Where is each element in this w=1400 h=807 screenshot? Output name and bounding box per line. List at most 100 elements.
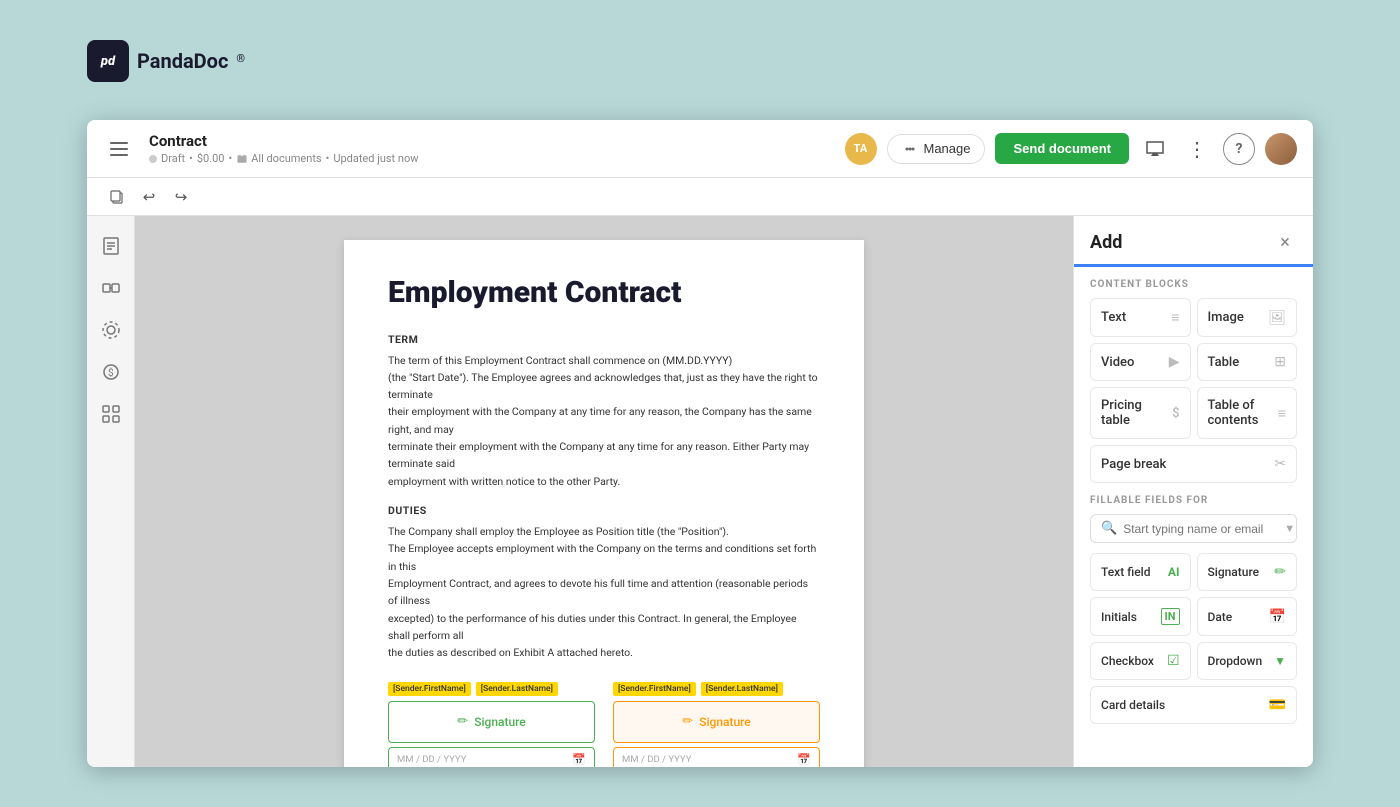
sig2-names: [Sender.FirstName] [Sender.LastName]: [613, 682, 820, 696]
field-date[interactable]: Date 📅: [1197, 597, 1298, 636]
folder-icon: [236, 153, 248, 165]
block-video-label: Video: [1101, 355, 1134, 370]
fields-icon: [100, 277, 122, 299]
table-block-icon: ⊞: [1274, 354, 1286, 370]
user-avatar[interactable]: [1265, 133, 1297, 165]
doc-title: Contract: [149, 132, 845, 150]
block-image[interactable]: Image 🖼: [1197, 298, 1298, 337]
sidebar-apps-icon[interactable]: [93, 396, 129, 432]
menu-line-2: [110, 148, 128, 150]
more-options-button[interactable]: ⋮: [1181, 133, 1213, 165]
block-image-label: Image: [1208, 310, 1244, 325]
text-block-icon: ≡: [1171, 309, 1179, 326]
search-box: 🔍 ▼: [1090, 514, 1297, 543]
doc-heading: Employment Contract: [388, 276, 820, 311]
right-panel: Add × CONTENT BLOCKS Text ≡ Image 🖼: [1073, 216, 1313, 767]
search-icon: 🔍: [1101, 521, 1117, 536]
field-dropdown[interactable]: Dropdown ▼: [1197, 642, 1298, 680]
sig2-date-box[interactable]: MM / DD / YYYY 📅: [613, 747, 820, 768]
manage-button[interactable]: Manage: [887, 134, 986, 164]
sig2-box[interactable]: ✏ Signature: [613, 701, 820, 743]
sig2-label: Signature: [699, 715, 751, 729]
field-text-field[interactable]: Text field AI: [1090, 553, 1191, 591]
sig1-date-box[interactable]: MM / DD / YYYY 📅: [388, 747, 595, 768]
field-dropdown-label: Dropdown: [1208, 654, 1263, 668]
block-toc[interactable]: Table of contents ≡: [1197, 387, 1298, 439]
search-dropdown-icon: ▼: [1284, 522, 1295, 535]
copy-button[interactable]: [103, 183, 131, 211]
block-toc-label: Table of contents: [1208, 398, 1278, 428]
document-page: Employment Contract TERM The term of thi…: [344, 240, 864, 767]
pages-icon: [100, 235, 122, 257]
page-break-icon: ✂: [1274, 456, 1286, 472]
block-video[interactable]: Video ▶: [1090, 343, 1191, 381]
block-page-break[interactable]: Page break ✂: [1090, 445, 1297, 483]
left-sidebar: $: [87, 216, 135, 767]
sidebar-design-icon[interactable]: [93, 312, 129, 348]
sig-block-2: [Sender.FirstName] [Sender.LastName] ✏ S…: [613, 682, 820, 768]
logo-symbol: pd: [101, 54, 115, 69]
field-checkbox[interactable]: Checkbox ☑: [1090, 642, 1191, 680]
chat-button[interactable]: [1139, 133, 1171, 165]
content-area: $ Employment Contract TERM The term of t…: [87, 216, 1313, 767]
sidebar-pages-icon[interactable]: [93, 228, 129, 264]
document-canvas: Employment Contract TERM The term of thi…: [135, 216, 1073, 767]
block-text[interactable]: Text ≡: [1090, 298, 1191, 337]
meta-separator-2: •: [229, 152, 233, 165]
field-card-details[interactable]: Card details 💳: [1090, 686, 1297, 724]
send-document-button[interactable]: Send document: [995, 133, 1129, 164]
term-text: The term of this Employment Contract sha…: [388, 352, 820, 491]
card-field-icon: 💳: [1269, 697, 1286, 713]
design-icon: [100, 319, 122, 341]
field-initials[interactable]: Initials IN: [1090, 597, 1191, 636]
search-input[interactable]: [1123, 522, 1278, 536]
logo-area: pd PandaDoc ®: [87, 40, 245, 82]
doc-meta: Draft • $0.00 • All documents • Updated …: [149, 152, 845, 165]
doc-status: Draft: [161, 152, 185, 165]
block-text-label: Text: [1101, 310, 1126, 325]
block-pricing-table[interactable]: Pricing table $: [1090, 387, 1191, 439]
text-field-icon: AI: [1168, 565, 1180, 579]
menu-line-1: [110, 142, 128, 144]
duties-text: The Company shall employ the Employee as…: [388, 523, 820, 662]
panel-close-button[interactable]: ×: [1273, 230, 1297, 254]
sig2-calendar-icon: 📅: [797, 753, 811, 766]
pricing-icon: $: [100, 361, 122, 383]
field-signature-label: Signature: [1208, 565, 1260, 579]
brand-name: PandaDoc: [137, 49, 228, 73]
sidebar-pricing-icon[interactable]: $: [93, 354, 129, 390]
block-page-break-label: Page break: [1101, 457, 1166, 472]
panel-title: Add: [1090, 232, 1122, 253]
doc-price: $0.00: [197, 152, 225, 165]
sig1-label: Signature: [474, 715, 526, 729]
sidebar-fields-icon[interactable]: [93, 270, 129, 306]
sig2-date-placeholder: MM / DD / YYYY: [622, 754, 691, 765]
fillable-section: FILLABLE FIELDS FOR 🔍 ▼ Text field AI: [1074, 495, 1313, 734]
field-signature[interactable]: Signature ✏: [1197, 553, 1298, 591]
brand-trademark: ®: [236, 52, 245, 65]
undo-button[interactable]: ↩: [135, 183, 163, 211]
sig1-box[interactable]: ✏ Signature: [388, 701, 595, 743]
help-button[interactable]: ?: [1223, 133, 1255, 165]
sig1-name1: [Sender.FirstName]: [388, 682, 471, 696]
menu-button[interactable]: [103, 133, 135, 165]
doc-location-wrap: All documents: [236, 152, 321, 165]
field-text-label: Text field: [1101, 565, 1150, 579]
block-table-label: Table: [1208, 355, 1240, 370]
main-window: Contract Draft • $0.00 • All documents •…: [87, 120, 1313, 767]
meta-separator-1: •: [189, 152, 193, 165]
checkbox-field-icon: ☑: [1167, 653, 1180, 669]
dropdown-field-icon: ▼: [1274, 654, 1286, 668]
signature-field-icon: ✏: [1274, 564, 1286, 580]
signature-area: [Sender.FirstName] [Sender.LastName] ✏ S…: [388, 682, 820, 768]
fillable-fields-label: FILLABLE FIELDS FOR: [1090, 495, 1297, 506]
redo-button[interactable]: ↪: [167, 183, 195, 211]
manage-icon: [902, 141, 918, 157]
manage-label: Manage: [924, 141, 971, 156]
logo-box: pd: [87, 40, 129, 82]
doc-updated: Updated just now: [333, 152, 418, 165]
block-table[interactable]: Table ⊞: [1197, 343, 1298, 381]
image-block-icon: 🖼: [1268, 310, 1286, 326]
app-container: pd PandaDoc ® Contract Draft • $0.00 •: [0, 0, 1400, 807]
doc-location: All documents: [251, 152, 321, 165]
